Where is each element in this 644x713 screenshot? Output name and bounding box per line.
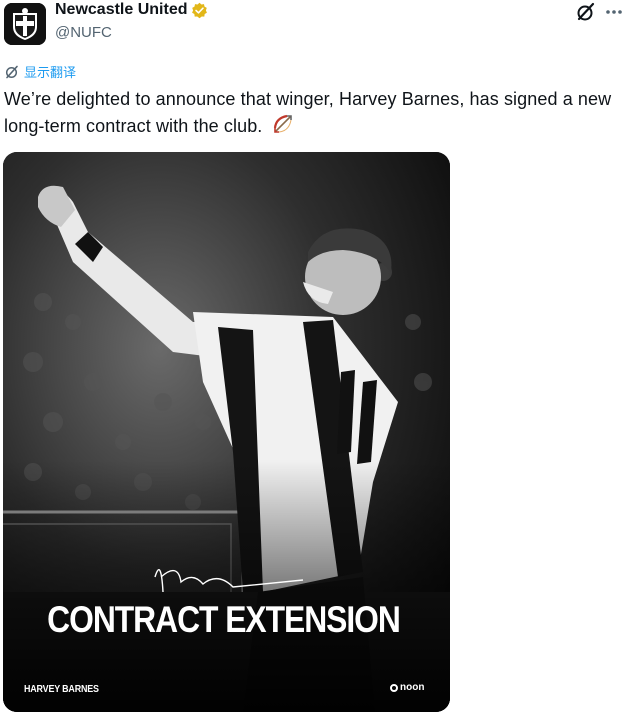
sponsor-logo-icon [390, 683, 398, 692]
translate-icon [5, 65, 18, 78]
more-button[interactable] [602, 1, 626, 23]
bow-and-arrow-emoji-icon [273, 114, 292, 133]
more-icon [606, 10, 622, 14]
tweet-text-body: We’re delighted to announce that winger,… [4, 89, 612, 136]
grok-button[interactable] [575, 1, 597, 23]
media-sponsor-label: noon [400, 682, 425, 693]
account-name-row: Newcastle United [55, 0, 208, 20]
club-crest-icon [4, 3, 46, 45]
grok-icon [577, 2, 595, 21]
account-name[interactable]: Newcastle United [55, 0, 187, 20]
account-handle[interactable]: @NUFC [55, 23, 112, 43]
show-translation-link[interactable]: 显示翻译 [4, 62, 76, 81]
tweet-text: We’re delighted to announce that winger,… [4, 86, 624, 140]
translate-label: 显示翻译 [24, 65, 77, 80]
media-title: CONTRACT EXTENSION [47, 599, 401, 640]
avatar[interactable] [4, 3, 46, 45]
media-player-name: HARVEY BARNES [24, 683, 99, 695]
verified-badge-icon[interactable] [191, 2, 208, 19]
media-sponsor: noon [390, 682, 424, 693]
